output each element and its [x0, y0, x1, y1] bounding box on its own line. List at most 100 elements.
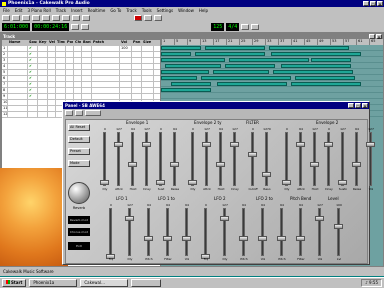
menu-item[interactable]: Settings	[157, 8, 173, 13]
panel-design-button[interactable]	[85, 110, 101, 116]
track-cell[interactable]	[48, 76, 56, 81]
lower-slider[interactable]: 127 Vol	[315, 203, 324, 261]
track-cell[interactable]	[120, 58, 132, 63]
chorus-mod-display[interactable]: Chorus mod	[68, 228, 90, 236]
track-cell[interactable]	[66, 82, 74, 87]
menu-item[interactable]: File	[3, 8, 10, 13]
track-cell[interactable]	[38, 70, 48, 75]
lower-slider[interactable]: 64 Filter	[163, 203, 172, 261]
track-cell[interactable]	[82, 76, 92, 81]
track-cell[interactable]	[48, 88, 56, 93]
clip[interactable]	[205, 46, 265, 50]
clip[interactable]	[213, 70, 269, 74]
track-cell[interactable]	[120, 82, 132, 87]
track-cell[interactable]	[48, 58, 56, 63]
slider-thumb[interactable]	[170, 162, 179, 167]
clip[interactable]	[217, 82, 287, 86]
track-cell[interactable]	[8, 70, 28, 75]
menu-item[interactable]: Track	[126, 8, 136, 13]
upper-slider[interactable]: 0 Sust	[156, 127, 165, 191]
track-cell[interactable]	[132, 94, 142, 99]
track-cell[interactable]	[38, 100, 48, 105]
lower-slider[interactable]: 64 Vol	[182, 203, 191, 261]
track-cell[interactable]	[74, 70, 82, 75]
panel-minimize-button[interactable]: _	[348, 103, 354, 109]
panel-titlebar[interactable]: Panel - SB AWE64 _ □ ×	[63, 102, 369, 109]
upper-slider[interactable]: 64 Hold	[128, 127, 137, 191]
paste-icon[interactable]	[52, 14, 60, 21]
clip[interactable]	[225, 64, 275, 68]
track-cell[interactable]: ✔	[28, 94, 38, 99]
track-cell[interactable]	[38, 58, 48, 63]
upper-slider[interactable]: 127 Hold	[310, 127, 319, 191]
clip[interactable]	[311, 58, 351, 62]
track-cell[interactable]: ✔	[28, 82, 38, 87]
track-cell[interactable]	[66, 52, 74, 57]
track-cell[interactable]	[120, 94, 132, 99]
track-cell[interactable]	[120, 70, 132, 75]
track-cell[interactable]	[142, 52, 154, 57]
save-icon[interactable]	[22, 14, 30, 21]
track-cell[interactable]	[74, 76, 82, 81]
record-icon[interactable]	[134, 14, 142, 21]
clip[interactable]	[161, 70, 209, 74]
track-cell[interactable]	[132, 64, 142, 69]
track-cell[interactable]	[48, 94, 56, 99]
track-cell[interactable]: ✔	[28, 58, 38, 63]
open-icon[interactable]	[12, 14, 20, 21]
slider-thumb[interactable]	[338, 180, 347, 185]
clip[interactable]	[195, 52, 265, 56]
slider-thumb[interactable]	[352, 162, 361, 167]
clip[interactable]	[291, 82, 361, 86]
panel-play-icon[interactable]	[65, 110, 73, 116]
track-cell[interactable]	[28, 106, 38, 111]
rewind-icon[interactable]	[71, 24, 80, 30]
track-cell[interactable]	[82, 52, 92, 57]
clip[interactable]	[161, 76, 197, 80]
track-cell[interactable]	[92, 94, 120, 99]
grid-header-cell[interactable]: Pan	[132, 40, 142, 45]
track-cell[interactable]	[38, 82, 48, 87]
track-cell[interactable]	[8, 76, 28, 81]
play-icon[interactable]	[144, 14, 152, 21]
clip[interactable]	[171, 82, 211, 86]
stop-icon[interactable]	[154, 14, 162, 21]
clip[interactable]	[165, 64, 221, 68]
track-cell[interactable]	[92, 64, 120, 69]
track-minimize-button[interactable]: _	[369, 33, 375, 39]
loop-icon[interactable]	[81, 24, 90, 30]
track-cell[interactable]	[56, 64, 66, 69]
track-cell[interactable]	[92, 52, 120, 57]
main-titlebar[interactable]: Phoenix1a - Cakewalk Pro Audio _ □ ×	[0, 0, 384, 7]
slider-thumb[interactable]	[188, 180, 197, 185]
clip[interactable]	[271, 52, 361, 56]
clip[interactable]	[161, 52, 191, 56]
slider-thumb[interactable]	[258, 236, 267, 241]
track-cell[interactable]	[92, 82, 120, 87]
slider-thumb[interactable]	[144, 236, 153, 241]
slider-thumb[interactable]	[125, 216, 134, 221]
track-cell[interactable]	[56, 70, 66, 75]
track-cell[interactable]	[66, 64, 74, 69]
track-cell[interactable]	[8, 94, 28, 99]
track-cell[interactable]	[132, 52, 142, 57]
track-cell[interactable]	[82, 94, 92, 99]
upper-slider[interactable]: 127 Sustn	[338, 127, 347, 191]
menu-item[interactable]: Go To	[110, 8, 121, 13]
lower-slider[interactable]: 64 Vol	[258, 203, 267, 261]
lower-slider[interactable]: 0 Frq	[106, 203, 115, 261]
task-phoenix[interactable]: Phoenix1a	[29, 279, 78, 287]
grid-header-cell[interactable]: Chn	[74, 40, 82, 45]
track-cell[interactable]	[56, 52, 66, 57]
lower-slider[interactable]: 0 Frq	[201, 203, 210, 261]
menu-item[interactable]: Edit	[15, 8, 23, 13]
track-cell[interactable]	[56, 46, 66, 51]
slider-thumb[interactable]	[310, 162, 319, 167]
help-icon[interactable]	[82, 14, 90, 21]
meter-display[interactable]: 4/4	[226, 23, 240, 31]
lower-slider[interactable]: 64 Filter	[296, 203, 305, 261]
track-cell[interactable]	[82, 70, 92, 75]
track-cell[interactable]	[142, 82, 154, 87]
menu-item[interactable]: Realtime	[88, 8, 106, 13]
track-cell[interactable]	[92, 58, 120, 63]
